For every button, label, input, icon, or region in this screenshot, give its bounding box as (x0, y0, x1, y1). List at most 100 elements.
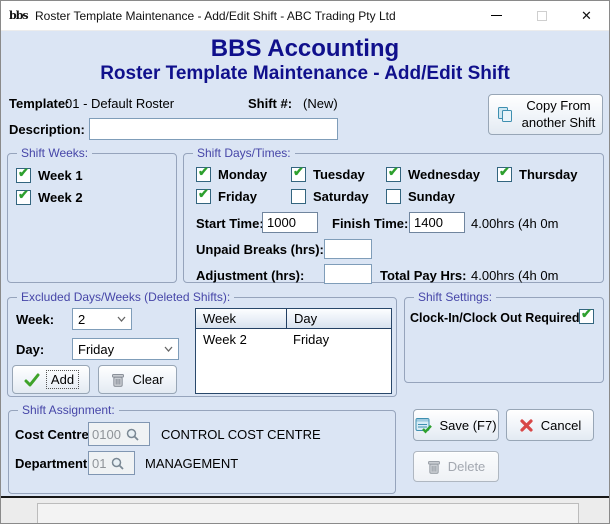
save-button-label: Save (F7) (439, 418, 496, 433)
close-button[interactable]: ✕ (564, 1, 609, 30)
description-input[interactable] (89, 118, 338, 140)
total-pay-value: 4.00hrs (4h 0m (471, 268, 601, 283)
window-title: Roster Template Maintenance - Add/Edit S… (35, 9, 396, 23)
maximize-button (519, 1, 564, 30)
shift-duration-text: 4.00hrs (4h 0m (471, 216, 601, 231)
template-label: Template: (9, 96, 69, 111)
shift-days-group-title: Shift Days/Times: (193, 146, 295, 160)
cancel-icon (519, 418, 534, 433)
tuesday-checkbox[interactable]: ✔ (291, 167, 306, 182)
minimize-button[interactable] (474, 1, 519, 30)
excluded-days-group-title: Excluded Days/Weeks (Deleted Shifts): (17, 290, 234, 304)
copy-icon (496, 105, 515, 124)
check-icon: ✔ (18, 166, 29, 179)
cost-centre-lookup[interactable]: 0100 (88, 422, 150, 446)
check-icon: ✔ (293, 165, 304, 178)
title-bar: bbs Roster Template Maintenance - Add/Ed… (1, 1, 609, 31)
department-code: 01 (92, 456, 106, 471)
week1-checkbox[interactable]: ✔ (16, 168, 31, 183)
finish-time-input[interactable] (409, 212, 465, 233)
add-button-label: Add (47, 371, 78, 388)
page-title: Roster Template Maintenance - Add/Edit S… (1, 63, 609, 85)
app-name-heading: BBS Accounting (1, 35, 609, 63)
cost-centre-label: Cost Centre: (15, 427, 93, 442)
wednesday-checkbox[interactable]: ✔ (386, 167, 401, 182)
add-button[interactable]: Add (12, 365, 90, 394)
delete-button: Delete (413, 451, 499, 482)
department-name: MANAGEMENT (145, 456, 238, 471)
table-row[interactable]: Week 2 Friday (196, 329, 391, 347)
start-time-input[interactable] (262, 212, 318, 233)
check-icon: ✔ (198, 187, 209, 200)
app-icon: bbs (9, 9, 31, 22)
table-cell-day: Friday (286, 329, 391, 347)
shift-number-label: Shift #: (248, 96, 292, 111)
unpaid-breaks-input[interactable] (324, 239, 372, 259)
friday-checkbox[interactable]: ✔ (196, 189, 211, 204)
department-label: Department: (15, 456, 92, 471)
shift-number-value: (New) (303, 96, 338, 111)
clear-button-label: Clear (132, 372, 163, 387)
table-header-week: Week (196, 309, 286, 328)
copy-button-label-line2: another Shift (522, 115, 596, 130)
cancel-button-label: Cancel (541, 418, 581, 433)
week2-label: Week 2 (38, 190, 83, 205)
background-window-strip (1, 498, 609, 524)
chevron-down-icon (117, 316, 126, 322)
total-pay-label: Total Pay Hrs: (380, 268, 466, 283)
week-select-value: 2 (78, 312, 85, 327)
shift-settings-group-title: Shift Settings: (414, 290, 496, 304)
save-icon (415, 417, 432, 434)
shift-assignment-group: Shift Assignment: Cost Centre: 0100 CONT… (8, 410, 396, 494)
maximize-icon (537, 11, 547, 21)
unpaid-breaks-label: Unpaid Breaks (hrs): (196, 242, 324, 257)
cost-centre-name: CONTROL COST CENTRE (161, 427, 321, 442)
clock-in-out-checkbox[interactable]: ✔ (579, 309, 594, 324)
shift-days-group: Shift Days/Times: ✔ Monday ✔ Tuesday ✔ W… (183, 153, 604, 283)
chevron-down-icon (164, 346, 173, 352)
check-icon: ✔ (198, 165, 209, 178)
save-button[interactable]: Save (F7) (413, 409, 499, 441)
trash-icon (427, 459, 441, 475)
week-select[interactable]: 2 (72, 308, 132, 330)
thursday-label: Thursday (519, 167, 578, 182)
thursday-checkbox[interactable]: ✔ (497, 167, 512, 182)
check-icon: ✔ (18, 188, 29, 201)
shift-assignment-group-title: Shift Assignment: (18, 403, 119, 417)
excluded-shifts-table: Week Day Week 2 Friday (195, 308, 392, 394)
background-status-panel (37, 503, 579, 523)
check-icon: ✔ (499, 165, 510, 178)
trash-icon (111, 372, 125, 388)
sunday-checkbox[interactable] (386, 189, 401, 204)
copy-from-shift-button[interactable]: Copy From another Shift (488, 94, 603, 135)
excluded-days-group: Excluded Days/Weeks (Deleted Shifts): We… (7, 297, 397, 397)
day-select[interactable]: Friday (72, 338, 179, 360)
sunday-label: Sunday (408, 189, 455, 204)
check-icon (24, 372, 40, 388)
table-header-day: Day (286, 309, 391, 328)
table-cell-week: Week 2 (196, 329, 286, 347)
clock-in-out-label: Clock-In/Clock Out Required: (410, 311, 584, 325)
adjustment-input[interactable] (324, 264, 372, 284)
shift-weeks-group: Shift Weeks: ✔ Week 1 ✔ Week 2 (7, 153, 177, 283)
saturday-label: Saturday (313, 189, 369, 204)
adjustment-label: Adjustment (hrs): (196, 268, 304, 283)
department-lookup[interactable]: 01 (88, 451, 135, 475)
cancel-button[interactable]: Cancel (506, 409, 594, 441)
monday-checkbox[interactable]: ✔ (196, 167, 211, 182)
close-icon: ✕ (581, 9, 592, 22)
week1-label: Week 1 (38, 168, 83, 183)
week2-checkbox[interactable]: ✔ (16, 190, 31, 205)
check-icon: ✔ (388, 165, 399, 178)
week-label: Week: (16, 312, 54, 327)
minimize-icon (491, 15, 502, 16)
tuesday-label: Tuesday (313, 167, 365, 182)
shift-weeks-group-title: Shift Weeks: (17, 146, 92, 160)
saturday-checkbox[interactable] (291, 189, 306, 204)
friday-label: Friday (218, 189, 257, 204)
clear-button[interactable]: Clear (98, 365, 177, 394)
wednesday-label: Wednesday (408, 167, 480, 182)
check-icon: ✔ (581, 307, 592, 320)
search-icon (125, 427, 140, 442)
start-time-label: Start Time: (196, 216, 264, 231)
